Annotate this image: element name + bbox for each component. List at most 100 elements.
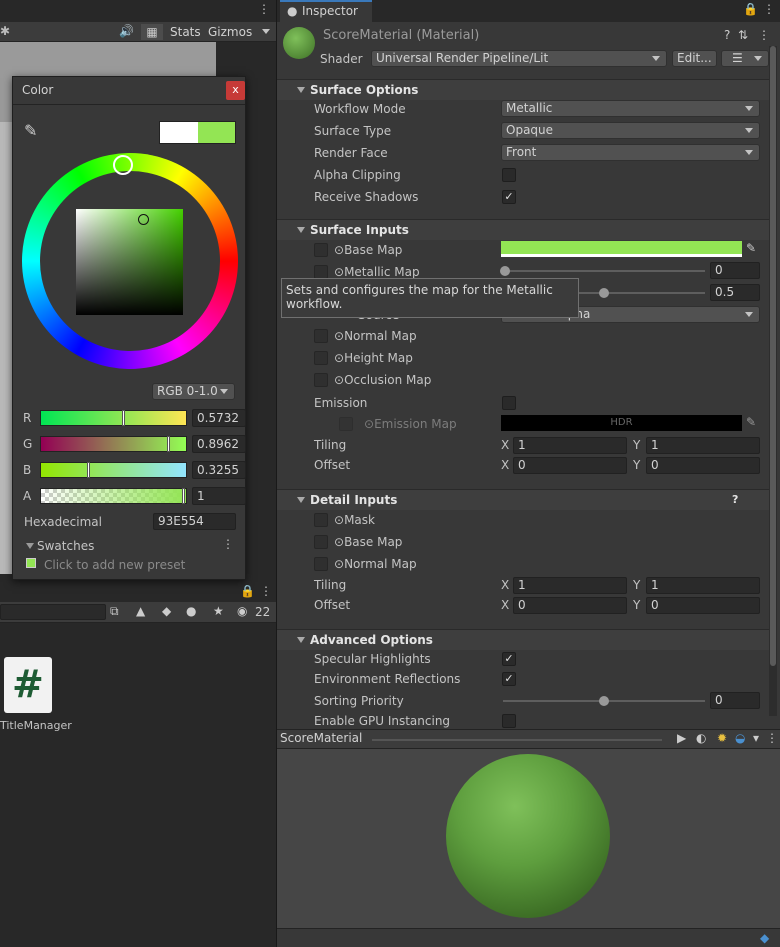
- more-menu-icon[interactable]: ⋮: [260, 584, 272, 598]
- normal-map-texture-slot[interactable]: [314, 329, 328, 343]
- detail-offset-x-field[interactable]: 0: [513, 597, 627, 614]
- detail-normal-map-label[interactable]: ⊙Normal Map: [334, 557, 417, 571]
- workflow-mode-dropdown[interactable]: Metallic: [501, 100, 760, 117]
- metallic-map-texture-slot[interactable]: [314, 265, 328, 279]
- hex-field[interactable]: 93E554: [153, 513, 236, 530]
- surface-inputs-header[interactable]: Surface Inputs: [277, 219, 770, 240]
- scrollbar-thumb[interactable]: [770, 46, 776, 666]
- detail-base-map-texture-slot[interactable]: [314, 535, 328, 549]
- base-map-label[interactable]: ⊙Base Map: [334, 243, 402, 257]
- close-button[interactable]: x: [226, 81, 245, 100]
- sorting-priority-slider-handle[interactable]: [599, 696, 609, 706]
- filter-type-icon[interactable]: ▲: [136, 604, 145, 618]
- detail-offset-y-field[interactable]: 0: [646, 597, 760, 614]
- shader-options-button[interactable]: ☰: [721, 50, 769, 67]
- mask-texture-slot[interactable]: [314, 513, 328, 527]
- b-slider[interactable]: [40, 462, 187, 478]
- search-scope-icon[interactable]: ⧉: [110, 604, 119, 619]
- gizmos-button[interactable]: Gizmos: [208, 22, 252, 42]
- swatches-foldout-icon[interactable]: [26, 543, 34, 549]
- swatches-hint[interactable]: Click to add new preset: [44, 558, 185, 572]
- a-value-field[interactable]: 1: [192, 487, 246, 505]
- more-menu-icon[interactable]: ⋮: [766, 731, 778, 745]
- alpha-clipping-checkbox[interactable]: [502, 168, 516, 182]
- more-menu-icon[interactable]: ⋮: [758, 28, 770, 42]
- normal-map-label[interactable]: ⊙Normal Map: [334, 329, 417, 343]
- g-slider[interactable]: [40, 436, 187, 452]
- inspector-tab[interactable]: ● Inspector: [280, 0, 372, 22]
- asset-label-icon[interactable]: ◆: [760, 931, 769, 945]
- detail-tiling-x-field[interactable]: 1: [513, 577, 627, 594]
- presets-icon[interactable]: ⇅: [738, 28, 748, 42]
- occlusion-map-texture-slot[interactable]: [314, 373, 328, 387]
- base-color-field[interactable]: [501, 241, 742, 257]
- more-menu-icon[interactable]: ⋮: [763, 2, 775, 16]
- offset-x-field[interactable]: 0: [513, 457, 627, 474]
- b-value-field[interactable]: 0.3255: [192, 461, 246, 479]
- environment-reflections-checkbox[interactable]: ✓: [502, 672, 516, 686]
- sv-handle[interactable]: [138, 214, 149, 225]
- specular-highlights-checkbox[interactable]: ✓: [502, 652, 516, 666]
- occlusion-map-label[interactable]: ⊙Occlusion Map: [334, 373, 431, 387]
- help-icon[interactable]: ?: [724, 28, 730, 42]
- material-preview[interactable]: [277, 749, 780, 929]
- effects-icon[interactable]: ▦: [141, 24, 163, 40]
- dropdown-arrow-icon[interactable]: ▾: [753, 731, 759, 745]
- inspector-scrollbar[interactable]: [769, 46, 777, 716]
- sorting-priority-field[interactable]: 0: [710, 692, 760, 709]
- lock-icon[interactable]: 🔒: [240, 584, 255, 598]
- stats-button[interactable]: Stats: [170, 22, 201, 42]
- smoothness-value-field[interactable]: 0.5: [710, 284, 760, 301]
- render-face-dropdown[interactable]: Front: [501, 144, 760, 161]
- script-asset-icon[interactable]: #: [4, 657, 52, 713]
- metallic-value-field[interactable]: 0: [710, 262, 760, 279]
- background-sphere-icon[interactable]: ◒: [735, 731, 745, 745]
- bug-icon[interactable]: ✱: [0, 24, 10, 38]
- emission-map-texture-slot[interactable]: [339, 417, 353, 431]
- visibility-eye-icon[interactable]: ◉: [237, 604, 247, 618]
- eyedropper-icon[interactable]: ✎: [24, 121, 37, 140]
- warning-icon[interactable]: ●: [186, 604, 196, 618]
- lighting-icon[interactable]: ✹: [717, 731, 727, 745]
- detail-base-map-label[interactable]: ⊙Base Map: [334, 535, 402, 549]
- metallic-slider-handle[interactable]: [500, 266, 510, 276]
- color-mode-dropdown[interactable]: RGB 0-1.0: [152, 383, 235, 400]
- eyedropper-icon[interactable]: ✎: [746, 241, 756, 255]
- advanced-options-header[interactable]: Advanced Options: [277, 629, 770, 650]
- offset-y-field[interactable]: 0: [646, 457, 760, 474]
- g-value-field[interactable]: 0.8962: [192, 435, 246, 453]
- previous-color-swatch[interactable]: [160, 122, 198, 143]
- emission-map-label[interactable]: ⊙Emission Map: [364, 417, 457, 431]
- audio-icon[interactable]: 🔊: [119, 24, 134, 38]
- base-map-texture-slot[interactable]: [314, 243, 328, 257]
- r-value-field[interactable]: 0.5732: [192, 409, 246, 427]
- play-icon[interactable]: ▶: [677, 731, 686, 745]
- saturation-value-square[interactable]: [76, 209, 183, 315]
- asset-name[interactable]: TitleManager: [0, 719, 72, 732]
- tiling-y-field[interactable]: 1: [646, 437, 760, 454]
- detail-normal-map-texture-slot[interactable]: [314, 557, 328, 571]
- emission-color-field[interactable]: HDR: [501, 415, 742, 431]
- project-search-input[interactable]: [0, 604, 106, 620]
- lock-icon[interactable]: 🔒: [743, 2, 758, 16]
- receive-shadows-checkbox[interactable]: ✓: [502, 190, 516, 204]
- surface-type-dropdown[interactable]: Opaque: [501, 122, 760, 139]
- smoothness-slider-handle[interactable]: [599, 288, 609, 298]
- surface-options-header[interactable]: Surface Options: [277, 79, 770, 100]
- preset-swatch[interactable]: [26, 558, 36, 568]
- help-icon[interactable]: ?: [732, 490, 738, 510]
- metallic-slider[interactable]: [503, 270, 705, 272]
- more-menu-icon[interactable]: ⋮: [258, 2, 270, 16]
- detail-tiling-y-field[interactable]: 1: [646, 577, 760, 594]
- metallic-map-label[interactable]: ⊙Metallic Map: [334, 265, 420, 279]
- emission-checkbox[interactable]: [502, 396, 516, 410]
- hue-wheel-handle[interactable]: [113, 155, 133, 175]
- preview-shape-icon[interactable]: ◐: [696, 731, 706, 745]
- swatches-label[interactable]: Swatches: [37, 539, 94, 553]
- height-map-texture-slot[interactable]: [314, 351, 328, 365]
- swatches-menu-icon[interactable]: ⋮: [222, 537, 234, 551]
- eyedropper-icon[interactable]: ✎: [746, 415, 756, 429]
- mask-label[interactable]: ⊙Mask: [334, 513, 375, 527]
- tiling-x-field[interactable]: 1: [513, 437, 627, 454]
- preview-drag-handle[interactable]: [372, 739, 662, 741]
